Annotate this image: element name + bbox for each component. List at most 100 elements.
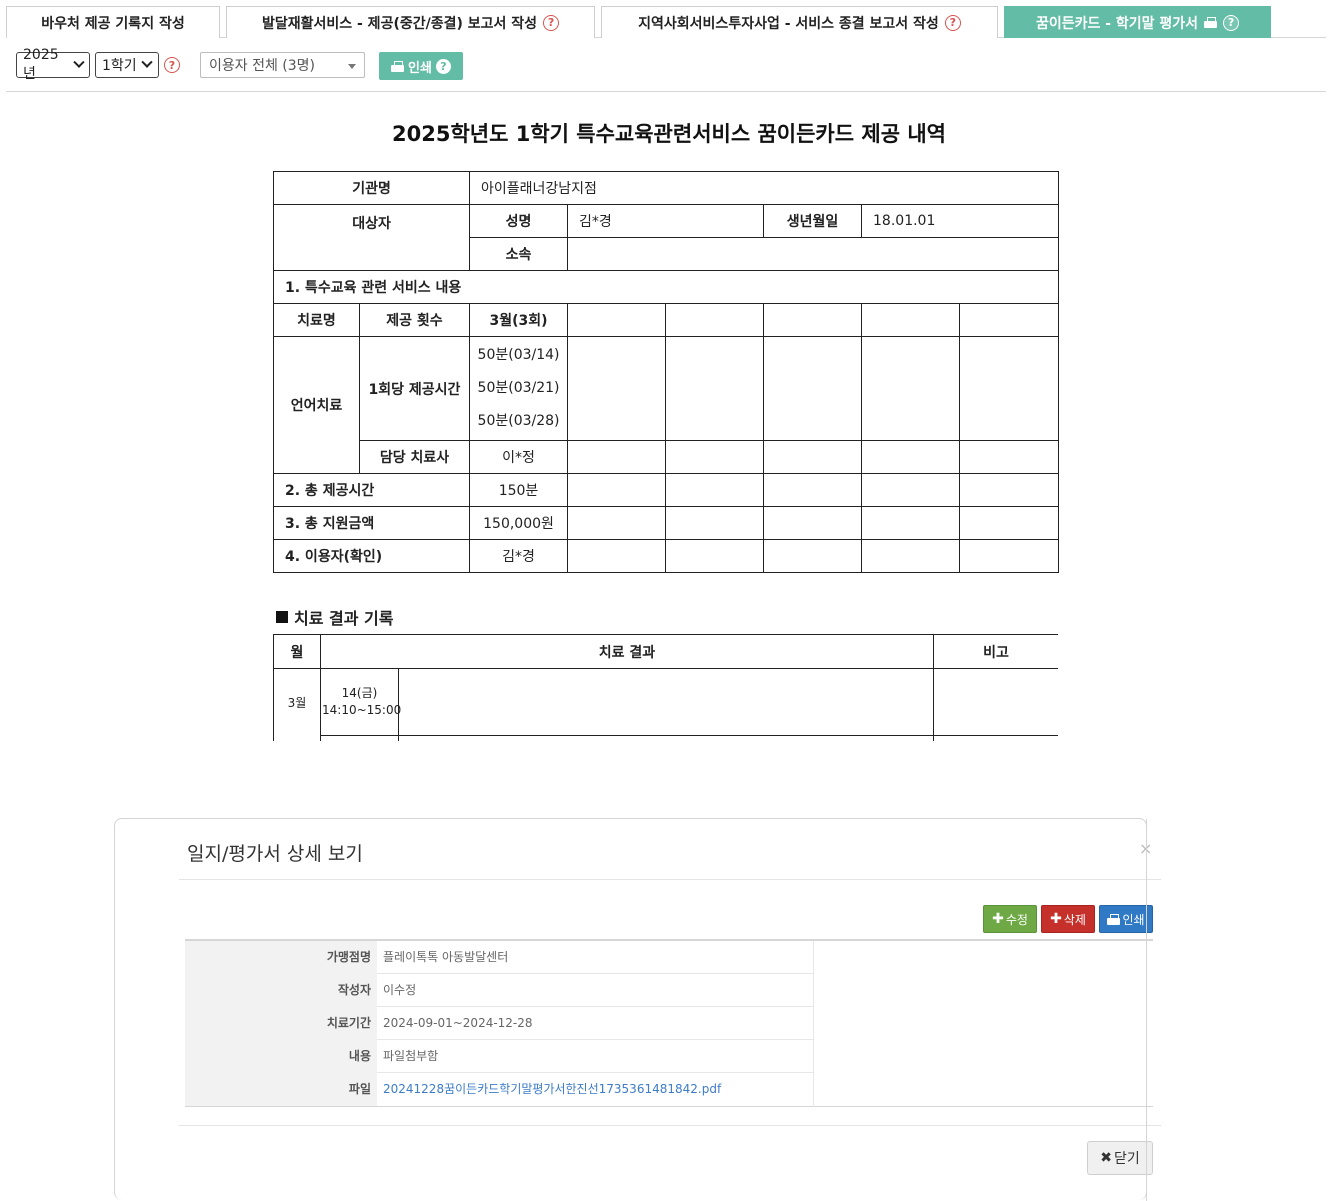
divider	[179, 879, 1161, 880]
section-2-title: 2. 총 제공시간	[272, 473, 471, 507]
help-icon[interactable]: ?	[944, 14, 961, 31]
user-confirm-value: 김*경	[469, 539, 569, 573]
empty-cell	[567, 303, 667, 337]
empty-cell	[665, 440, 765, 474]
print-button[interactable]: 인쇄 ?	[379, 52, 463, 80]
empty-cell	[763, 473, 863, 507]
page-title: 2025학년도 1학기 특수교육관련서비스 꿈이든카드 제공 내역	[392, 122, 946, 146]
toolbar: 2025년 1학기 ? 이용자 전체 (3명) 인쇄 ?	[6, 38, 1326, 92]
help-icon: ?	[435, 58, 451, 74]
edit-button[interactable]: ✚ 수정	[983, 905, 1037, 933]
detail-key: 작성자	[185, 974, 377, 1007]
user-filter-select[interactable]: 이용자 전체 (3명)	[200, 52, 365, 78]
col-result: 치료 결과	[320, 634, 934, 669]
tab-community-report[interactable]: 지역사회서비스투자사업 - 서비스 종결 보고서 작성 ?	[601, 6, 998, 38]
divider	[179, 1125, 1161, 1126]
service-table: 기관명 아이플래너강남지점 대상자 성명 김*경 생년월일 18.01.01 소…	[272, 171, 1060, 573]
printer-icon	[1107, 913, 1121, 925]
plus-icon: ✚	[1050, 911, 1062, 927]
empty-cell	[861, 440, 961, 474]
detail-value: 플레이톡톡 아동발달센터	[383, 950, 509, 964]
therapy-name: 언어치료	[273, 336, 360, 474]
results-title: 치료 결과 기록	[294, 609, 394, 628]
help-icon[interactable]: ?	[1223, 14, 1240, 31]
modal-print-button[interactable]: 인쇄	[1099, 905, 1153, 933]
affil-label: 소속	[469, 237, 569, 271]
square-bullet-icon	[276, 611, 288, 623]
empty-cell	[959, 336, 1060, 441]
help-icon[interactable]: ?	[543, 14, 560, 31]
empty-cell	[861, 336, 961, 441]
name-label: 성명	[469, 204, 569, 238]
empty-cell	[665, 539, 765, 573]
per-session-label: 1회당 제공시간	[358, 336, 471, 441]
chevron-down-icon	[141, 56, 153, 68]
therapy-label: 치료명	[273, 303, 360, 337]
org-value: 아이플래너강남지점	[469, 171, 1060, 205]
birth-label: 생년월일	[763, 204, 863, 238]
detail-row-file: 파일 20241228꿈이든카드학기말평가서한진선1735361481842.p…	[185, 1073, 813, 1106]
empty-cell	[959, 473, 1060, 507]
affil-value	[567, 237, 1060, 271]
results-table: 월 치료 결과 비고 3월 14(금) 14:10~15:00	[273, 634, 1058, 741]
detail-value: 이수정	[383, 983, 417, 997]
detail-key: 가맹점명	[185, 941, 377, 974]
empty-cell	[665, 336, 765, 441]
detail-key: 파일	[185, 1073, 377, 1106]
row-datetime: 14(금) 14:10~15:00	[320, 668, 401, 736]
empty-cell	[763, 440, 863, 474]
tab-label: 지역사회서비스투자사업 - 서비스 종결 보고서 작성	[638, 15, 939, 32]
caret-down-icon	[348, 64, 356, 69]
empty-cell	[861, 506, 961, 540]
row-month: 3월	[273, 668, 321, 741]
close-icon: ✖	[1100, 1150, 1112, 1166]
detail-modal: 일지/평가서 상세 보기 × ✚ 수정 ✚ 삭제 인쇄 가맹점명 플레이톡톡 아…	[114, 818, 1161, 1201]
tab-label: 발달재활서비스 - 제공(중간/종결) 보고서 작성	[261, 15, 538, 32]
tab-voucher-record[interactable]: 바우처 제공 기록지 작성	[6, 6, 220, 38]
detail-list: 가맹점명 플레이톡톡 아동발달센터 작성자 이수정 치료기간 2024-09-0…	[185, 939, 1153, 1107]
delete-button[interactable]: ✚ 삭제	[1041, 905, 1095, 933]
therapist-value: 이*정	[469, 440, 569, 474]
note-cell	[933, 735, 1058, 741]
tab-dream-card[interactable]: 꿈이든카드 - 학기말 평가서 ?	[1004, 6, 1271, 38]
empty-cell	[959, 440, 1060, 474]
therapist-label: 담당 치료사	[358, 440, 471, 474]
month-header: 3월(3회)	[469, 303, 569, 337]
detail-row-author: 작성자 이수정	[185, 974, 813, 1007]
empty-cell	[959, 303, 1060, 337]
detail-key: 치료기간	[185, 1007, 377, 1040]
empty-cell	[567, 539, 667, 573]
tab-label: 바우처 제공 기록지 작성	[41, 15, 185, 32]
year-select[interactable]: 2025년	[16, 47, 90, 82]
session-time: 50분(03/21)	[477, 380, 560, 396]
plus-icon: ✚	[992, 911, 1004, 927]
modal-title: 일지/평가서 상세 보기	[187, 843, 363, 865]
total-time-value: 150분	[469, 473, 569, 507]
detail-key: 내용	[185, 1040, 377, 1073]
empty-cell	[763, 506, 863, 540]
printer-icon	[1204, 17, 1218, 28]
empty-cell	[959, 539, 1060, 573]
empty-cell	[567, 473, 667, 507]
target-label: 대상자	[272, 204, 471, 271]
empty-cell	[959, 506, 1060, 540]
file-link[interactable]: 20241228꿈이든카드학기말평가서한진선1735361481842.pdf	[383, 1073, 721, 1106]
birth-value: 18.01.01	[861, 204, 1060, 238]
tab-rehab-report[interactable]: 발달재활서비스 - 제공(중간/종결) 보고서 작성 ?	[226, 6, 595, 38]
result-cell	[398, 735, 934, 741]
session-time: 50분(03/28)	[477, 413, 560, 429]
org-label: 기관명	[272, 171, 471, 205]
tab-bar: 바우처 제공 기록지 작성 발달재활서비스 - 제공(중간/종결) 보고서 작성…	[6, 6, 1326, 38]
empty-cell	[861, 539, 961, 573]
results-table-wrap: 월 치료 결과 비고 3월 14(금) 14:10~15:00	[273, 634, 1058, 741]
modal-border	[1146, 819, 1147, 1201]
note-cell	[933, 668, 1058, 736]
semester-select[interactable]: 1학기	[95, 52, 159, 78]
close-button[interactable]: ✖ 닫기	[1087, 1141, 1153, 1175]
detail-row-store: 가맹점명 플레이톡톡 아동발달센터	[185, 941, 813, 974]
help-icon[interactable]: ?	[164, 57, 180, 73]
semester-value: 1학기	[102, 58, 137, 74]
tab-label: 꿈이든카드 - 학기말 평가서	[1035, 15, 1199, 32]
detail-row-period: 치료기간 2024-09-01~2024-12-28	[185, 1007, 813, 1040]
name-value: 김*경	[567, 204, 765, 238]
